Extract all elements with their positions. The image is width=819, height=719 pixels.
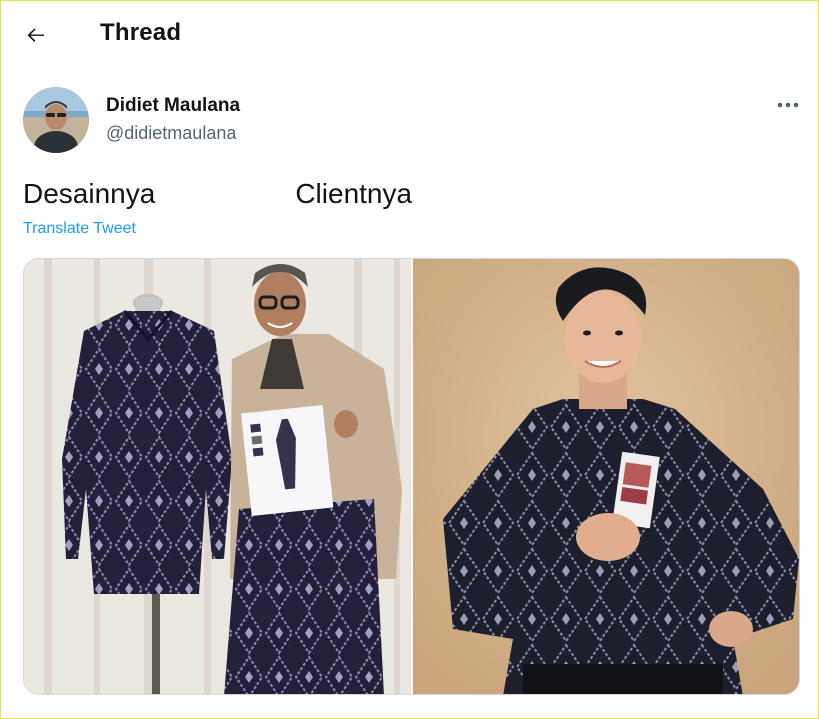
page-title: Thread bbox=[100, 19, 182, 46]
back-button[interactable] bbox=[19, 18, 53, 52]
thread-header: Thread bbox=[1, 1, 818, 67]
author-handle[interactable]: @didietmaulana bbox=[106, 123, 236, 144]
author-name[interactable]: Didiet Maulana bbox=[106, 95, 240, 117]
more-horizontal-icon bbox=[777, 102, 799, 108]
tweet-text: Desainnya Clientnya bbox=[23, 178, 413, 209]
tweet-media bbox=[23, 258, 800, 695]
translate-tweet-link[interactable]: Translate Tweet bbox=[23, 220, 136, 238]
photo-client-wearing-shirt[interactable] bbox=[413, 259, 799, 694]
arrow-left-icon bbox=[27, 28, 44, 42]
avatar[interactable] bbox=[23, 87, 89, 153]
photo-designer-with-shirt[interactable] bbox=[24, 259, 411, 694]
more-button[interactable] bbox=[771, 91, 805, 119]
